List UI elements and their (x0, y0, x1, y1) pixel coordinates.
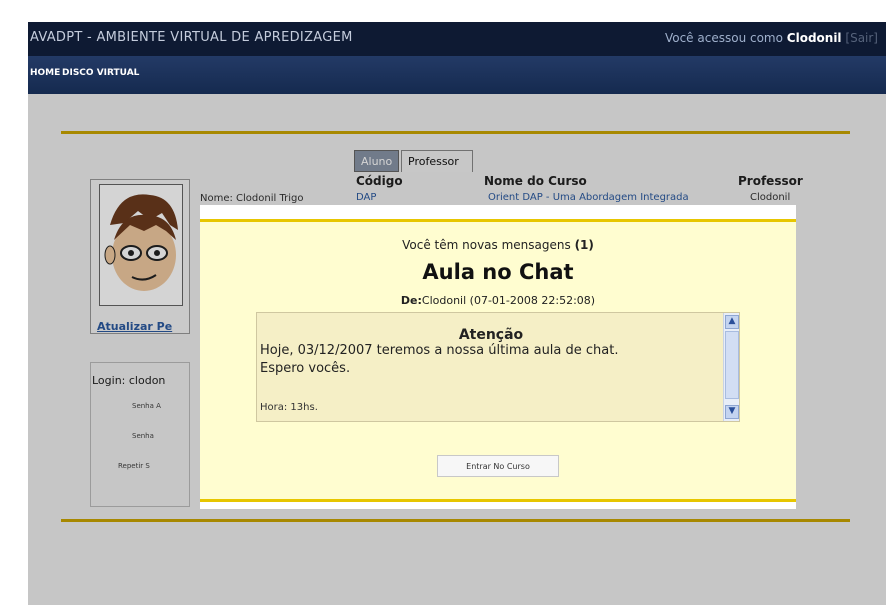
new-messages-count: (1) (574, 238, 594, 252)
user-info: Você acessou como Clodonil [Sair] (665, 31, 878, 45)
nav-disco-virtual-link[interactable]: DISCO VIRTUAL (62, 68, 139, 78)
main-nav: HOME DISCO VIRTUAL (28, 56, 886, 94)
scroll-thumb[interactable] (725, 331, 739, 399)
scroll-down-arrow-icon[interactable]: ▼ (725, 405, 739, 419)
logout-link[interactable]: [Sair] (845, 31, 878, 45)
new-messages-text: Você têm novas mensagens (402, 238, 571, 252)
nav-home-link[interactable]: HOME (30, 68, 60, 78)
message-from: De:Clodonil (07-01-2008 22:52:08) (200, 294, 796, 307)
message-modal: Você têm novas mensagens (1) Aula no Cha… (200, 205, 796, 509)
new-messages-notice: Você têm novas mensagens (1) (200, 238, 796, 252)
browser-viewport: AVADPT - AMBIENTE VIRTUAL DE APREDIZAGEM… (28, 22, 886, 605)
message-body-box[interactable]: Atenção Hoje, 03/12/2007 teremos a nossa… (256, 312, 740, 422)
user-prefix: Você acessou como (664, 31, 787, 45)
user-name: Clodonil (786, 31, 842, 45)
from-value: Clodonil (07-01-2008 22:52:08) (421, 294, 596, 307)
modal-panel: Você têm novas mensagens (1) Aula no Cha… (200, 219, 796, 502)
message-line-2: Espero vocês. (260, 361, 351, 376)
enter-course-button[interactable]: Entrar No Curso (437, 455, 559, 477)
from-label: De: (400, 294, 422, 307)
message-hour: Hora: 13hs. (260, 402, 318, 413)
message-line-1: Hoje, 03/12/2007 teremos a nossa última … (260, 343, 619, 358)
app-header: AVADPT - AMBIENTE VIRTUAL DE APREDIZAGEM… (28, 22, 886, 56)
message-title: Aula no Chat (422, 260, 574, 284)
message-heading: Atenção (458, 327, 524, 343)
message-scrollbar[interactable]: ▲ ▼ (723, 313, 739, 421)
app-title: AVADPT - AMBIENTE VIRTUAL DE APREDIZAGEM (30, 30, 353, 45)
scroll-up-arrow-icon[interactable]: ▲ (725, 315, 739, 329)
